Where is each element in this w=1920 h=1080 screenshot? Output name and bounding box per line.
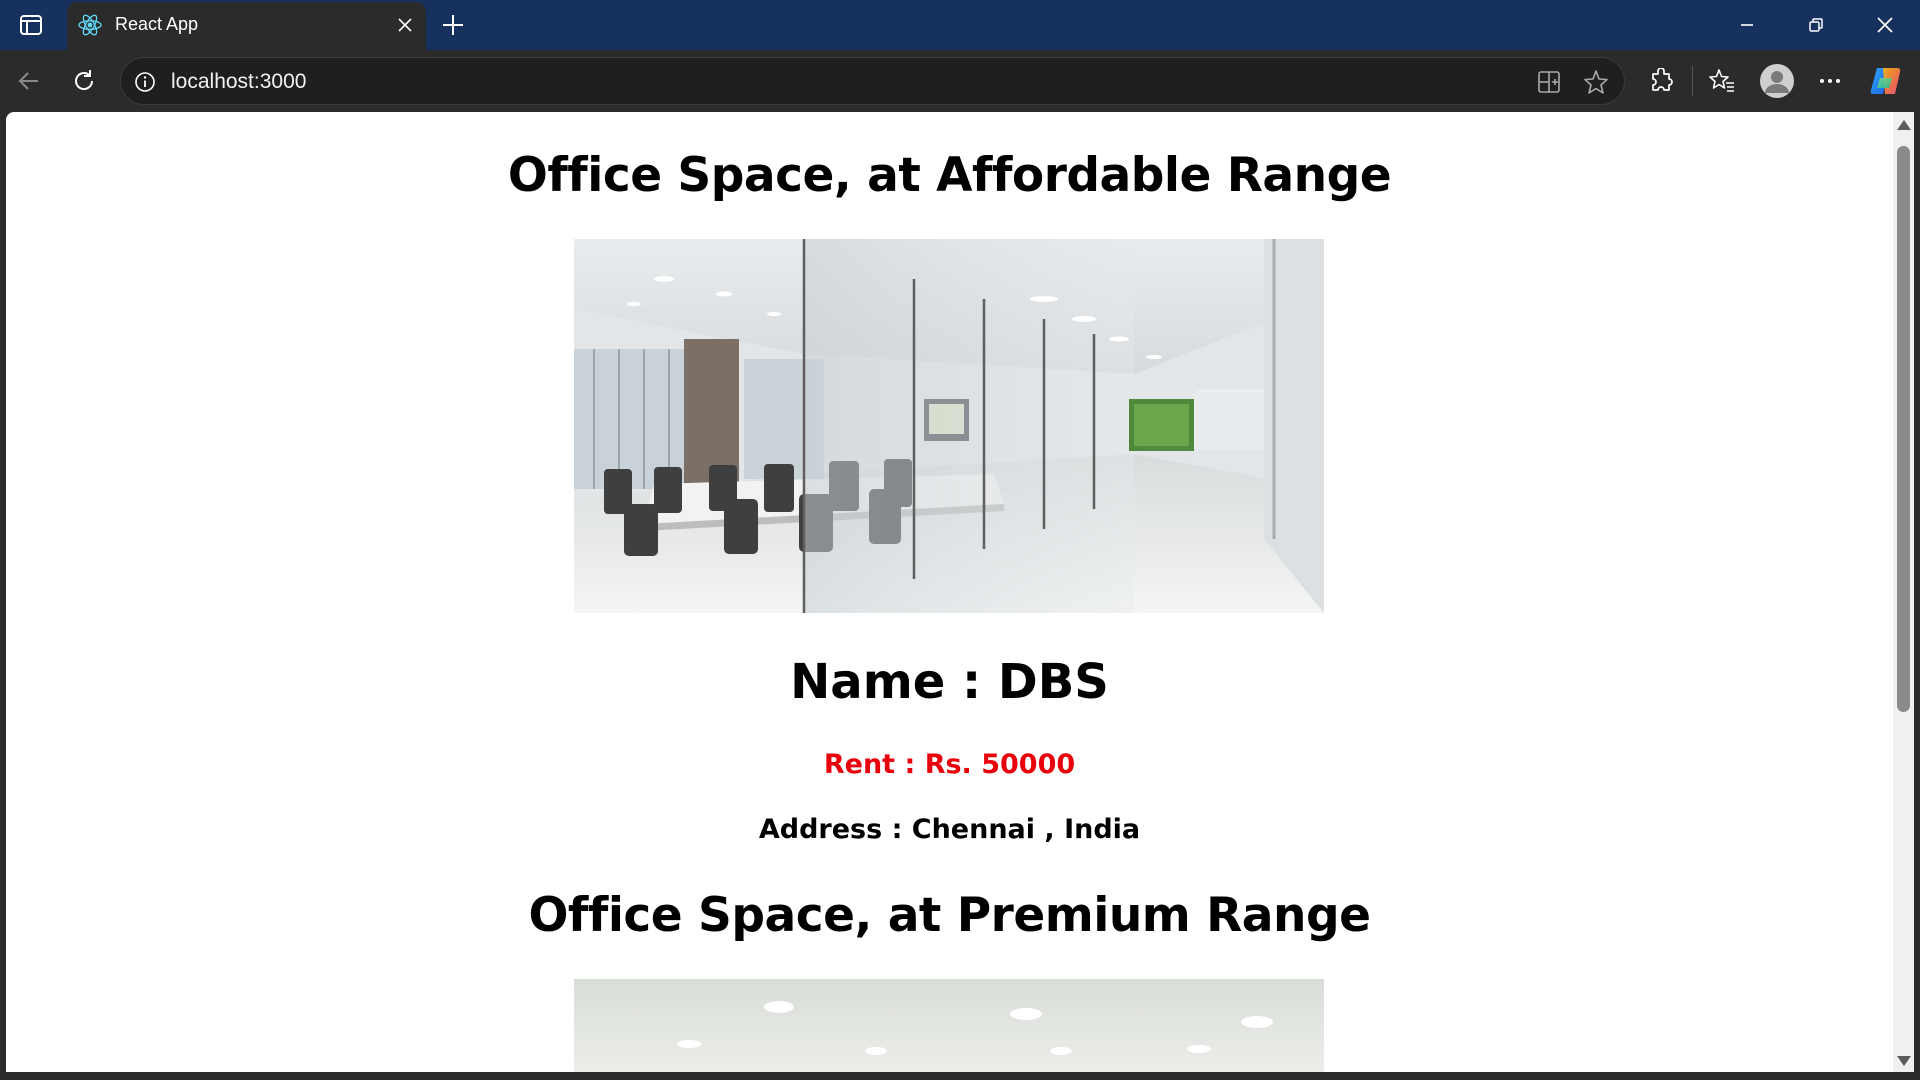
more-icon[interactable] [1813, 64, 1847, 98]
toolbar-divider [1692, 66, 1693, 96]
sidebar-toggle-icon[interactable] [18, 13, 44, 37]
favorite-star-icon[interactable] [1581, 67, 1611, 97]
minimize-icon[interactable] [1724, 10, 1770, 40]
listing-heading: Office Space, at Premium Range [528, 888, 1371, 943]
tab-react-app[interactable]: React App [67, 2, 426, 50]
page-scrollbar[interactable] [1893, 112, 1914, 1072]
listing-rent: Rent : Rs. 50000 [823, 749, 1076, 780]
react-favicon-icon [77, 12, 103, 38]
browser-window: React App localhost:3000 Office Space, a… [0, 0, 1920, 1080]
plus-icon[interactable] [440, 12, 466, 38]
close-icon[interactable] [394, 14, 416, 36]
tab-title: React App [115, 14, 199, 34]
copilot-icon[interactable] [1868, 63, 1904, 99]
window-close-icon[interactable] [1862, 10, 1908, 40]
tab-strip: React App [0, 0, 1920, 50]
scroll-down-arrow-icon[interactable] [1897, 1056, 1911, 1066]
scroll-up-arrow-icon[interactable] [1897, 120, 1911, 130]
favorites-icon[interactable] [1705, 64, 1739, 98]
browser-toolbar: localhost:3000 [0, 50, 1920, 112]
reload-icon[interactable] [67, 64, 101, 98]
app-available-icon[interactable] [1534, 67, 1564, 97]
listing-name: Name : DBS [790, 654, 1109, 710]
url-text[interactable]: localhost:3000 [171, 70, 306, 94]
listing-address: Address : Chennai , India [758, 814, 1141, 845]
address-bar[interactable]: localhost:3000 [120, 57, 1625, 105]
office-photo [574, 239, 1324, 613]
scroll-thumb[interactable] [1897, 146, 1910, 712]
extensions-icon[interactable] [1644, 64, 1678, 98]
info-icon[interactable] [133, 70, 157, 94]
back-icon[interactable] [12, 64, 46, 98]
page-viewport: Office Space, at Affordable Range Name:… [6, 112, 1893, 1072]
profile-icon[interactable] [1758, 62, 1796, 100]
listing-heading: Office Space, at Affordable Range [507, 148, 1392, 203]
office-photo [574, 979, 1324, 1072]
restore-icon[interactable] [1793, 10, 1839, 40]
